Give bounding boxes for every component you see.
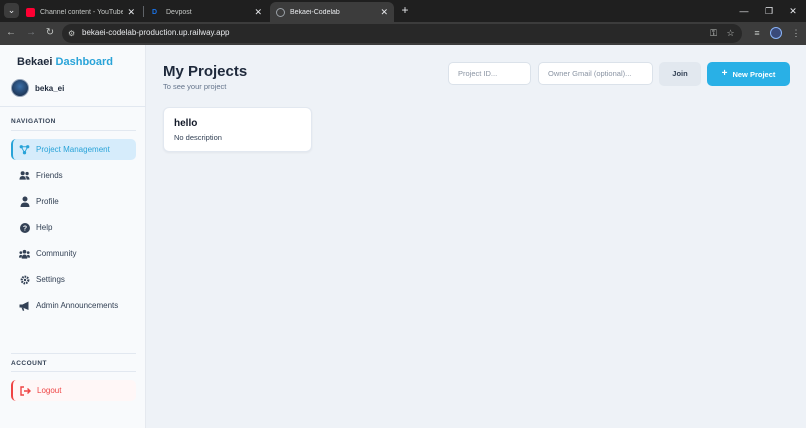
sidebar-item-friends[interactable]: Friends (11, 165, 136, 186)
divider (11, 353, 136, 354)
minimize-button[interactable]: — (731, 2, 757, 20)
forward-icon[interactable]: → (24, 26, 38, 40)
media-controls-icon[interactable]: ≡ (750, 26, 764, 40)
new-project-button[interactable]: + New Project (707, 62, 790, 86)
reload-icon[interactable]: ↻ (43, 26, 57, 40)
close-tab-icon[interactable]: ✕ (380, 7, 388, 18)
key-icon[interactable]: ⚿ (708, 28, 719, 39)
app-page: Bekaei Dashboard beka_ei NAVIGATION Proj… (0, 45, 806, 428)
megaphone-icon (19, 300, 30, 311)
sidebar-item-help[interactable]: ? Help (11, 217, 136, 238)
logout-icon (20, 385, 31, 396)
browser-tab-bar: ⌄ Channel content - YouTube Studio ✕ D D… (0, 0, 806, 22)
project-name: hello (174, 118, 198, 129)
sidebar-item-community[interactable]: Community (11, 243, 136, 264)
friends-icon (19, 170, 30, 181)
close-tab-icon[interactable]: ✕ (254, 7, 262, 18)
close-tab-icon[interactable]: ✕ (127, 7, 135, 18)
sidebar-item-profile[interactable]: Profile (11, 191, 136, 212)
close-window-button[interactable]: ✕ (780, 2, 806, 20)
tab-divider (143, 6, 144, 17)
brand-logo: Bekaei Dashboard (17, 56, 114, 68)
profile-icon (19, 196, 30, 207)
sidebar: Bekaei Dashboard beka_ei NAVIGATION Proj… (0, 45, 146, 428)
browser-tab-youtube[interactable]: Channel content - YouTube Studio ✕ (20, 2, 141, 22)
browser-menu-icon[interactable]: ⋮ (789, 26, 803, 40)
bookmark-star-icon[interactable]: ☆ (725, 28, 736, 39)
project-card[interactable]: hello No description (163, 107, 312, 152)
sidebar-item-settings[interactable]: Settings (11, 269, 136, 290)
address-bar[interactable]: ⚙ bekaei-codelab-production.up.railway.a… (62, 24, 742, 43)
owner-gmail-input[interactable]: Owner Gmail (optional)... (538, 62, 653, 85)
sidebar-item-admin-announcements[interactable]: Admin Announcements (11, 295, 136, 316)
svg-text:?: ? (22, 225, 26, 232)
globe-icon (276, 7, 285, 17)
restore-button[interactable]: ❐ (756, 2, 782, 20)
project-network-icon (19, 144, 30, 155)
browser-tab-codelab[interactable]: Bekaei-Codelab ✕ (270, 2, 394, 22)
logout-button[interactable]: Logout (11, 380, 136, 401)
page-subtitle: To see your project (163, 82, 227, 91)
plus-icon: + (721, 68, 728, 79)
back-icon[interactable]: ← (4, 26, 18, 40)
community-icon (19, 248, 30, 259)
new-tab-button[interactable]: + (398, 3, 412, 17)
browser-toolbar: ← → ↻ ⚙ bekaei-codelab-production.up.rai… (0, 22, 806, 45)
avatar[interactable] (11, 79, 29, 97)
navigation-heading: NAVIGATION (11, 118, 56, 125)
profile-avatar-icon[interactable] (770, 27, 782, 39)
youtube-icon (26, 7, 35, 17)
site-info-icon[interactable]: ⚙ (68, 29, 78, 38)
page-title: My Projects (163, 63, 248, 80)
tab-search-button[interactable]: ⌄ (4, 3, 19, 18)
devpost-icon: D (152, 8, 158, 16)
gear-icon (19, 274, 30, 285)
username: beka_ei (35, 84, 65, 93)
project-description: No description (174, 133, 222, 142)
join-button[interactable]: Join (659, 62, 701, 86)
sidebar-item-project-management[interactable]: Project Management (11, 139, 136, 160)
browser-tab-devpost[interactable]: D Devpost ✕ (146, 2, 268, 22)
account-heading: ACCOUNT (11, 360, 47, 367)
project-id-input[interactable]: Project ID... (448, 62, 531, 85)
help-icon: ? (19, 222, 30, 233)
divider (11, 371, 136, 372)
divider (11, 130, 136, 131)
divider (0, 106, 146, 107)
